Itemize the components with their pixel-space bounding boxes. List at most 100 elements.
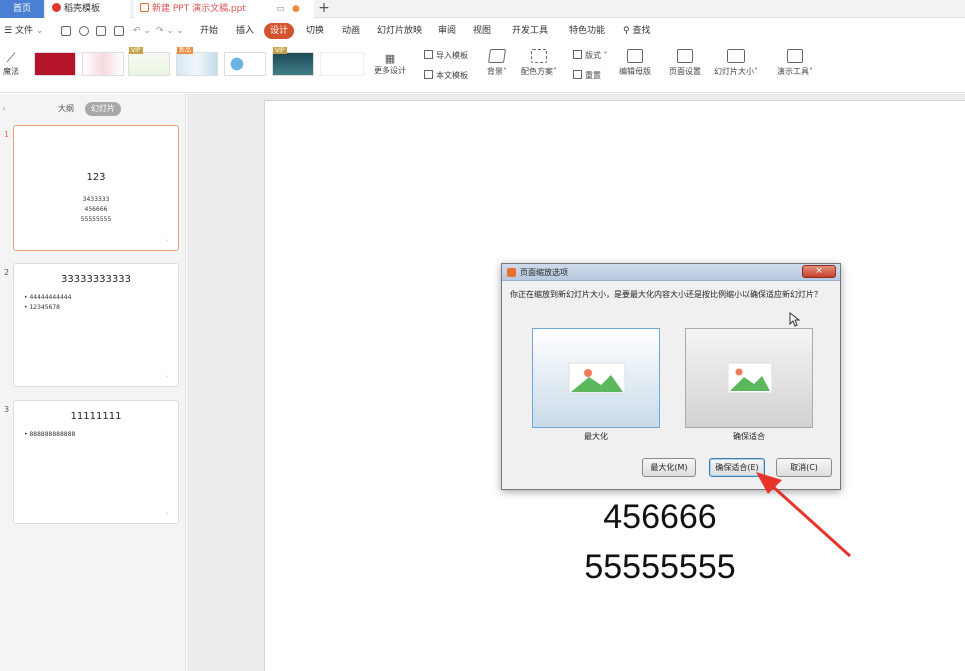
- menu-item-view[interactable]: 视图: [473, 23, 491, 39]
- app-icon: [507, 268, 516, 277]
- hamburger-icon: ☰: [4, 26, 13, 36]
- presentation-tools-button[interactable]: 演示工具˅: [774, 49, 816, 77]
- ensure-fit-button[interactable]: 确保适合(E): [709, 458, 765, 477]
- slide-bullet: • 12345678: [24, 304, 60, 311]
- new-tab-button[interactable]: +: [317, 0, 331, 18]
- ensure-fit-option-label: 确保适合: [733, 432, 765, 441]
- design-template-2[interactable]: [82, 52, 124, 76]
- dialog-title-bar[interactable]: 页面缩放选项 ×: [502, 264, 840, 281]
- tab-templates[interactable]: 稻壳模板: [46, 0, 130, 18]
- dialog-message: 你正在缩放到新幻灯片大小，是要最大化内容大小还是按比例缩小以确保适应新幻灯片？: [510, 290, 822, 299]
- magic-button[interactable]: ⟋ 魔法: [2, 51, 20, 77]
- slide-panel: ‹ 大纲 幻灯片 1 123 3433333 456666 55555555 ›…: [0, 94, 186, 671]
- reset-button[interactable]: 重置: [573, 70, 601, 81]
- slide-title: 11111111: [70, 411, 122, 422]
- more-designs-button[interactable]: ▦ 更多设计: [372, 53, 408, 76]
- slide-bullet: • 44444444444: [24, 294, 72, 301]
- slide-size-label: 幻灯片大小: [714, 67, 754, 76]
- menu-item-developer[interactable]: 开发工具: [512, 23, 548, 39]
- customize-toolbar-icon[interactable]: ⌄: [176, 23, 184, 39]
- design-template-4[interactable]: 新品: [176, 47, 218, 76]
- print-preview-icon[interactable]: [114, 26, 124, 36]
- page-setup-icon: [677, 49, 693, 63]
- slide-title: 123: [86, 172, 106, 183]
- magic-wand-icon: ⟋: [6, 51, 16, 66]
- canvas-text-line[interactable]: 456666: [545, 498, 775, 537]
- slide-corner-mark: ›: [166, 511, 168, 517]
- search-button[interactable]: ⚲ 查找: [623, 23, 650, 39]
- slide-size-button[interactable]: 幻灯片大小˅: [711, 49, 761, 77]
- layout-label: 版式: [585, 51, 601, 60]
- ensure-fit-option[interactable]: [685, 328, 813, 428]
- redo-icon[interactable]: ↷ ⌄: [156, 23, 174, 39]
- maximize-button[interactable]: 最大化(M): [642, 458, 696, 477]
- template-icon: [424, 70, 433, 79]
- canvas-text-line[interactable]: 55555555: [545, 548, 775, 587]
- tab-templates-label: 稻壳模板: [64, 4, 101, 14]
- slide-line: 55555555: [80, 216, 112, 223]
- more-designs-label: 更多设计: [374, 66, 406, 75]
- tab-outline[interactable]: 大纲: [58, 102, 74, 116]
- import-icon: [424, 50, 433, 59]
- unsaved-dot-icon: ●: [292, 4, 300, 14]
- cancel-button[interactable]: 取消(C): [776, 458, 832, 477]
- maximize-picture-icon: [568, 362, 626, 394]
- design-template-5[interactable]: [224, 52, 266, 76]
- chevron-left-icon[interactable]: ‹: [2, 104, 6, 114]
- layout-button[interactable]: 版式 ˅: [573, 50, 608, 61]
- slide-bullet-text: 888888888888: [29, 431, 76, 438]
- menu-item-slideshow[interactable]: 幻灯片放映: [377, 23, 422, 39]
- tab-document[interactable]: 新建 PPT 演示文稿.ppt ▭ ●: [134, 0, 314, 18]
- presentation-tools-icon: [787, 49, 803, 63]
- slide-size-icon: [727, 49, 745, 63]
- design-template-1[interactable]: [34, 52, 76, 76]
- magic-label: 魔法: [3, 67, 19, 76]
- menu-item-animation[interactable]: 动画: [342, 23, 360, 39]
- dialog-title: 页面缩放选项: [520, 268, 568, 277]
- menu-item-review[interactable]: 审阅: [438, 23, 456, 39]
- tab-document-label: 新建 PPT 演示文稿.ppt: [152, 4, 246, 14]
- slide-number: 3: [4, 405, 10, 414]
- menu-item-design[interactable]: 设计: [264, 23, 295, 39]
- menu-item-transition[interactable]: 切换: [306, 23, 324, 39]
- page-setup-button[interactable]: 页面设置: [666, 49, 704, 77]
- slide-thumbnail-1[interactable]: 123 3433333 456666 55555555 ›: [13, 125, 179, 251]
- slide-thumbnail-3[interactable]: 11111111 • 888888888888 ›: [13, 400, 179, 524]
- background-label: 背景: [487, 67, 503, 76]
- color-scheme-button[interactable]: 配色方案˅: [517, 49, 561, 77]
- maximize-option[interactable]: [532, 328, 660, 428]
- design-template-7[interactable]: [320, 52, 364, 76]
- design-template-6[interactable]: VIP: [272, 47, 314, 76]
- slide-line: 3433333: [82, 196, 110, 203]
- tab-home[interactable]: 首页: [0, 0, 44, 18]
- import-template-button[interactable]: 导入模板: [424, 50, 468, 61]
- slide-title: 33333333333: [61, 274, 131, 285]
- vip-badge: VIP: [129, 47, 143, 54]
- reset-label: 重置: [585, 71, 601, 80]
- menu-item-start[interactable]: 开始: [200, 23, 218, 39]
- color-scheme-icon: [531, 49, 547, 63]
- undo-icon[interactable]: ↶ ⌄: [133, 23, 151, 39]
- save-icon[interactable]: [61, 26, 71, 36]
- monitor-icon[interactable]: ▭: [276, 0, 285, 18]
- design-template-3[interactable]: VIP: [128, 47, 170, 76]
- tab-slides[interactable]: 幻灯片: [85, 102, 121, 116]
- menu-bar: ☰ 文件 ⌄ ↶ ⌄ ↷ ⌄ ⌄ 开始 插入 设计 切换 动画 幻灯片放映 审阅…: [0, 19, 965, 43]
- body-template-button[interactable]: 本文模板: [424, 70, 468, 81]
- import-template-label: 导入模板: [436, 51, 468, 60]
- background-button[interactable]: 背景˅: [484, 49, 510, 77]
- format-painter-icon[interactable]: [79, 26, 89, 36]
- menu-item-insert[interactable]: 插入: [236, 23, 254, 39]
- print-icon[interactable]: [96, 26, 106, 36]
- close-button[interactable]: ×: [802, 265, 836, 278]
- page-zoom-dialog: 页面缩放选项 × 你正在缩放到新幻灯片大小，是要最大化内容大小还是按比例缩小以确…: [501, 263, 841, 490]
- file-menu[interactable]: ☰ 文件 ⌄: [4, 23, 43, 39]
- menu-item-features[interactable]: 特色功能: [569, 23, 605, 39]
- chevron-down-icon: ⌄: [35, 26, 44, 36]
- edit-master-button[interactable]: 编辑母版: [617, 49, 653, 77]
- grid-icon: ▦: [384, 52, 396, 65]
- slide-line: 456666: [84, 206, 108, 213]
- reset-icon: [573, 70, 582, 79]
- slide-thumbnail-2[interactable]: 33333333333 • 44444444444 • 12345678 ›: [13, 263, 179, 387]
- search-icon: ⚲: [623, 26, 630, 36]
